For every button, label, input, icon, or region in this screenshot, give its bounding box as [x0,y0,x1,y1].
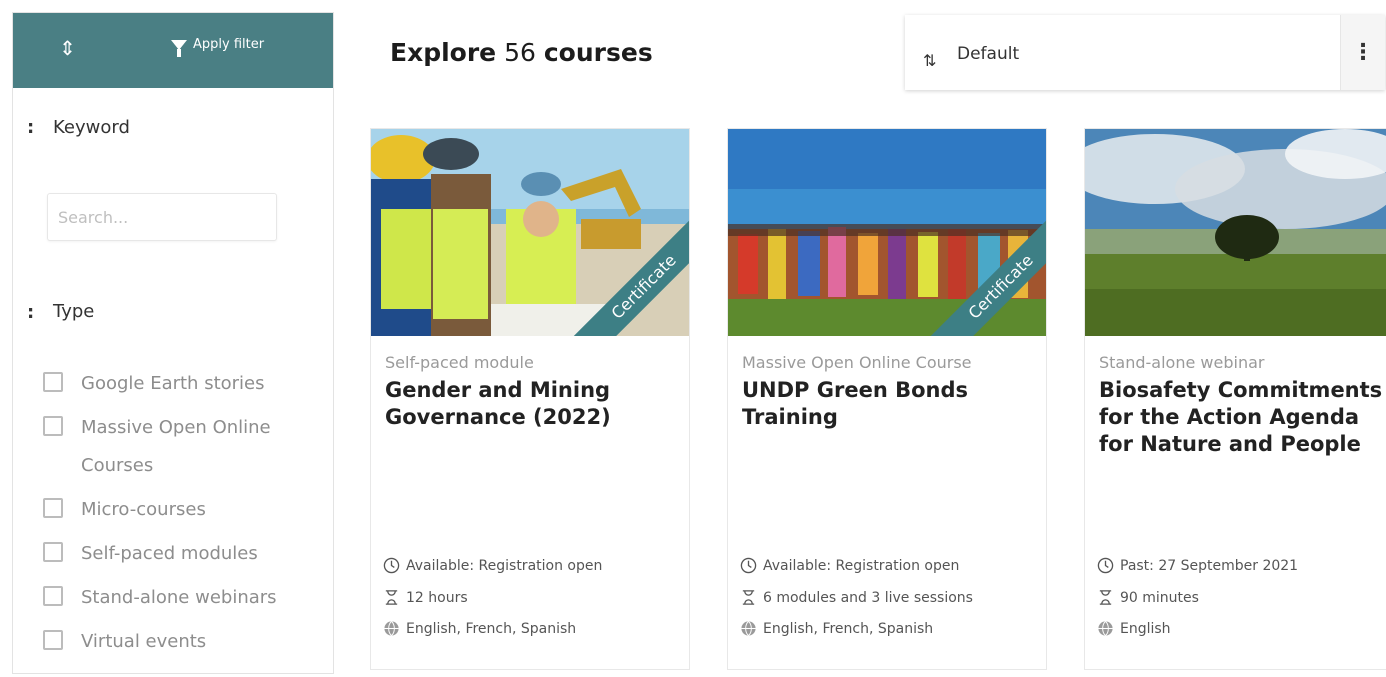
course-card[interactable]: Certificate Self-paced module Gender and… [370,128,690,670]
type-option-micro-courses[interactable]: Micro-courses [43,491,323,529]
type-filter-list: Google Earth stories Massive Open Online… [43,365,323,677]
sort-icon: ⇅ [923,51,937,70]
globe-icon [384,621,399,637]
course-type: Self-paced module [385,353,534,372]
course-image-mining: Certificate [371,129,689,336]
checkbox[interactable] [43,372,63,392]
course-title[interactable]: UNDP Green Bonds Training [742,377,1032,431]
globe-icon [1098,621,1113,637]
checkbox[interactable] [43,498,63,518]
clock-icon [740,557,757,574]
checkbox[interactable] [43,542,63,562]
course-type: Stand-alone webinar [1099,353,1265,372]
course-card[interactable]: Certificate Massive Open Online Course U… [727,128,1047,670]
course-availability: Past: 27 September 2021 [1097,557,1298,574]
course-duration: 6 modules and 3 live sessions [740,589,973,606]
filter-sidebar: ⇕ Apply filter : Keyword : Type Google E… [12,12,334,674]
search-input[interactable] [47,193,277,241]
availability-text: Available: Registration open [763,557,960,574]
sort-value: Default [957,44,1020,64]
explore-suffix: courses [543,38,653,67]
course-duration: 12 hours [383,589,468,606]
type-option-self-paced[interactable]: Self-paced modules [43,535,323,573]
course-languages: English, French, Spanish [383,620,576,637]
type-option-label: Virtual events [81,631,207,652]
type-option-label: Stand-alone webinars [81,587,277,608]
course-duration: 90 minutes [1097,589,1199,606]
type-option-label: Micro-courses [81,499,206,520]
course-image-landscape [1085,129,1386,336]
filter-header: ⇕ Apply filter [13,13,333,88]
checkbox[interactable] [43,630,63,650]
globe-icon [741,621,756,637]
course-availability: Available: Registration open [740,557,959,574]
apply-filter-button[interactable]: Apply filter [171,37,265,57]
availability-text: Past: 27 September 2021 [1120,557,1299,574]
clock-icon [1097,557,1114,574]
type-option-mooc[interactable]: Massive Open Online Courses [43,409,323,485]
sort-dropdown[interactable]: ⇅ Default ⋮ [905,15,1385,90]
type-option-label: Massive Open Online Courses [81,417,271,476]
type-drag-handle-icon[interactable]: : [27,304,34,322]
languages-text: English, French, Spanish [406,620,577,637]
apply-filter-label: Apply filter [193,37,265,52]
keyword-label: Keyword [53,117,130,138]
course-count: 56 [504,38,536,67]
type-option-label: Google Earth stories [81,373,265,394]
course-title[interactable]: Biosafety Commitments for the Action Age… [1099,377,1386,458]
course-image-crowd: Certificate [728,129,1046,336]
hourglass-icon [385,590,398,605]
course-languages: English, French, Spanish [740,620,933,637]
duration-text: 12 hours [406,589,468,606]
languages-text: English, French, Spanish [763,620,934,637]
collapse-toggle-icon[interactable]: ⇕ [59,37,76,59]
languages-text: English [1120,620,1171,637]
checkbox[interactable] [43,416,63,436]
course-card[interactable]: Stand-alone webinar Biosafety Commitment… [1084,128,1386,670]
duration-text: 6 modules and 3 live sessions [763,589,973,606]
page-title: Explore 56 courses [390,38,653,67]
availability-text: Available: Registration open [406,557,603,574]
course-languages: English [1097,620,1171,637]
type-option-webinars[interactable]: Stand-alone webinars [43,579,323,617]
course-availability: Available: Registration open [383,557,602,574]
more-options-icon[interactable]: ⋮ [1340,15,1385,90]
explore-prefix: Explore [390,38,497,67]
type-option-label: Self-paced modules [81,543,258,564]
type-label: Type [53,301,95,322]
duration-text: 90 minutes [1120,589,1199,606]
filter-icon [171,39,187,57]
clock-icon [383,557,400,574]
type-option-google-earth[interactable]: Google Earth stories [43,365,323,403]
keyword-drag-handle-icon[interactable]: : [27,119,34,137]
hourglass-icon [742,590,755,605]
hourglass-icon [1099,590,1112,605]
course-title[interactable]: Gender and Mining Governance (2022) [385,377,675,431]
checkbox[interactable] [43,586,63,606]
type-option-virtual-events[interactable]: Virtual events [43,623,323,661]
course-type: Massive Open Online Course [742,353,972,372]
